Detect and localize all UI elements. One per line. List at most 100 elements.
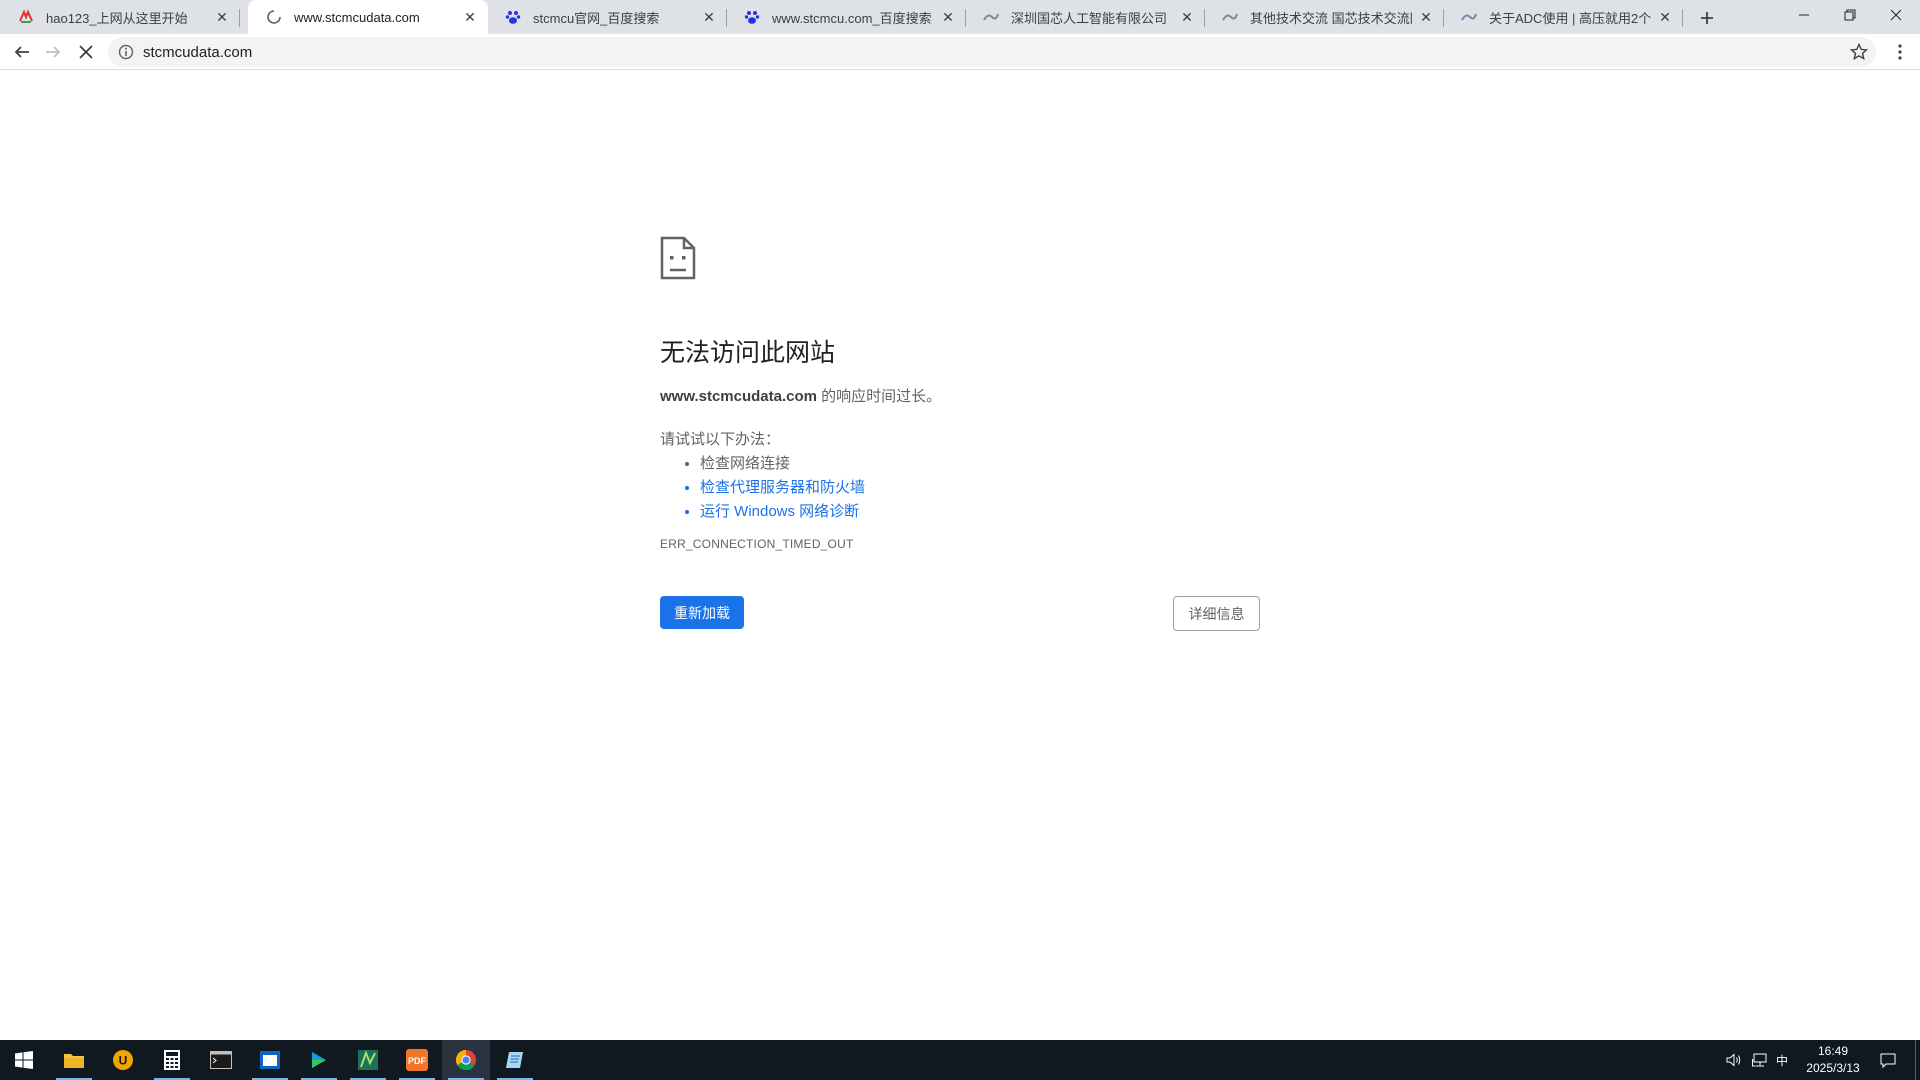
tab-strip: hao123_上网从这里开始 ✕ www.stcmcudata.com ✕ st… (0, 0, 1920, 34)
restore-button[interactable] (1827, 0, 1873, 30)
browser-toolbar: stcmcudata.com (0, 34, 1920, 70)
ime-indicator[interactable]: 中 (1772, 1040, 1792, 1080)
stop-icon (79, 45, 93, 59)
taskbar-keil[interactable] (344, 1040, 392, 1080)
show-desktop-button[interactable] (1915, 1040, 1916, 1080)
error-domain: www.stcmcudata.com (660, 388, 817, 405)
suggestions-title: 请试试以下办法： (660, 431, 781, 448)
windows-taskbar: U PDF 中 16:49 2025/3/13 (0, 1040, 1920, 1080)
back-button[interactable] (8, 38, 36, 66)
error-page-content: 无法访问此网站 www.stcmcudata.com 的响应时间过长。 请试试以… (660, 236, 1260, 551)
suggestions-list: 检查网络连接 检查代理服务器和防火墙 运行 Windows 网络诊断 (660, 455, 1260, 521)
tab-title: hao123_上网从这里开始 (46, 10, 188, 26)
start-button[interactable] (0, 1040, 48, 1080)
tab-divider (1682, 9, 1683, 27)
notepad-icon (506, 1052, 523, 1068)
network-button[interactable] (1748, 1040, 1772, 1080)
taskbar-chrome[interactable] (442, 1040, 490, 1080)
site-info-icon[interactable] (118, 44, 134, 60)
loading-spinner-icon (266, 9, 282, 25)
taskbar-notepad[interactable] (491, 1040, 539, 1080)
tab-close-icon[interactable]: ✕ (940, 9, 956, 25)
kebab-menu-icon (1898, 44, 1902, 60)
svg-text:U: U (119, 1054, 128, 1068)
tab-baidu-stcmcu[interactable]: stcmcu官网_百度搜索 ✕ (487, 0, 727, 34)
chrome-icon (455, 1049, 476, 1071)
tab-stcmcudata[interactable]: www.stcmcudata.com ✕ (248, 0, 488, 34)
tab-title: 其他技术交流 国芯技术交流网站 (1250, 10, 1412, 26)
tab-divider (239, 9, 240, 27)
calculator-icon (164, 1050, 180, 1070)
forward-button[interactable] (39, 38, 67, 66)
media-app-icon (312, 1052, 326, 1068)
forward-arrow-icon (46, 46, 61, 58)
svg-text:PDF: PDF (408, 1056, 427, 1066)
error-code: ERR_CONNECTION_TIMED_OUT (660, 537, 854, 551)
baidu-paw-icon (744, 9, 760, 25)
back-arrow-icon (14, 46, 29, 58)
taskbar-media-app[interactable] (295, 1040, 343, 1080)
taskbar-terminal[interactable] (197, 1040, 245, 1080)
tab-close-icon[interactable]: ✕ (1657, 9, 1673, 25)
taskbar-window-app[interactable] (246, 1040, 294, 1080)
tab-title: 关于ADC使用 | 高压就用2个电阻 (1489, 10, 1651, 26)
bookmark-star-icon[interactable] (1850, 43, 1868, 61)
stc-logo-icon (983, 9, 999, 25)
close-icon (1890, 9, 1902, 21)
foxit-pdf-icon: PDF (406, 1049, 428, 1071)
taskbar-ultraedit[interactable]: U (99, 1040, 147, 1080)
tab-title: stcmcu官网_百度搜索 (533, 10, 660, 26)
tab-close-icon[interactable]: ✕ (214, 9, 230, 25)
suggestion-check-proxy-link[interactable]: 检查代理服务器和防火墙 (700, 479, 1260, 497)
system-clock[interactable]: 16:49 2025/3/13 (1792, 1043, 1874, 1077)
tab-stc-forum[interactable]: 其他技术交流 国芯技术交流网站 ✕ (1204, 0, 1444, 34)
network-icon (1752, 1053, 1767, 1067)
reload-button[interactable]: 重新加载 (660, 596, 744, 629)
tab-baidu-stcmcu-com[interactable]: www.stcmcu.com_百度搜索 ✕ (726, 0, 966, 34)
taskbar-file-explorer[interactable] (50, 1040, 98, 1080)
address-bar[interactable]: stcmcudata.com (108, 37, 1876, 67)
stop-loading-button[interactable] (72, 38, 100, 66)
minimize-icon (1799, 14, 1809, 16)
notification-icon (1880, 1053, 1896, 1068)
restore-icon (1844, 9, 1856, 21)
ultraedit-icon: U (113, 1050, 133, 1070)
suggestion-check-network: 检查网络连接 (700, 455, 1260, 473)
terminal-icon (210, 1051, 232, 1069)
keil-icon (358, 1050, 378, 1070)
tab-stc-company[interactable]: 深圳国芯人工智能有限公司 ✕ (965, 0, 1205, 34)
minimize-button[interactable] (1781, 0, 1827, 30)
taskbar-calculator[interactable] (148, 1040, 196, 1080)
close-window-button[interactable] (1873, 0, 1919, 30)
address-url[interactable]: stcmcudata.com (143, 44, 252, 61)
tab-close-icon[interactable]: ✕ (462, 9, 478, 25)
suggestion-windows-diagnostics-link[interactable]: 运行 Windows 网络诊断 (700, 503, 1260, 521)
tab-title: www.stcmcu.com_百度搜索 (772, 10, 932, 26)
stc-logo-icon (1222, 9, 1238, 25)
tab-title: 深圳国芯人工智能有限公司 (1011, 10, 1168, 26)
tab-stc-adc[interactable]: 关于ADC使用 | 高压就用2个电阻 ✕ (1443, 0, 1683, 34)
clock-date: 2025/3/13 (1806, 1061, 1860, 1075)
hao123-icon (18, 9, 34, 25)
taskbar-foxit-pdf[interactable]: PDF (393, 1040, 441, 1080)
tab-title: www.stcmcudata.com (294, 9, 420, 25)
volume-icon (1726, 1053, 1741, 1067)
error-heading: 无法访问此网站 (660, 339, 836, 367)
sad-page-icon (660, 236, 696, 280)
file-explorer-icon (64, 1054, 84, 1068)
action-center-button[interactable] (1872, 1040, 1904, 1080)
browser-menu-button[interactable] (1890, 40, 1910, 64)
tab-close-icon[interactable]: ✕ (1418, 9, 1434, 25)
plus-icon (1701, 12, 1713, 24)
baidu-paw-icon (505, 9, 521, 25)
tab-close-icon[interactable]: ✕ (1179, 9, 1195, 25)
tab-hao123[interactable]: hao123_上网从这里开始 ✕ (0, 0, 240, 34)
stc-logo-icon (1461, 9, 1477, 25)
window-app-icon (260, 1051, 280, 1069)
new-tab-button[interactable] (1693, 4, 1721, 32)
volume-button[interactable] (1722, 1040, 1746, 1080)
details-button[interactable]: 详细信息 (1173, 596, 1260, 631)
tab-close-icon[interactable]: ✕ (701, 9, 717, 25)
windows-logo-icon (15, 1051, 33, 1069)
error-summary: www.stcmcudata.com 的响应时间过长。 (660, 385, 1260, 406)
